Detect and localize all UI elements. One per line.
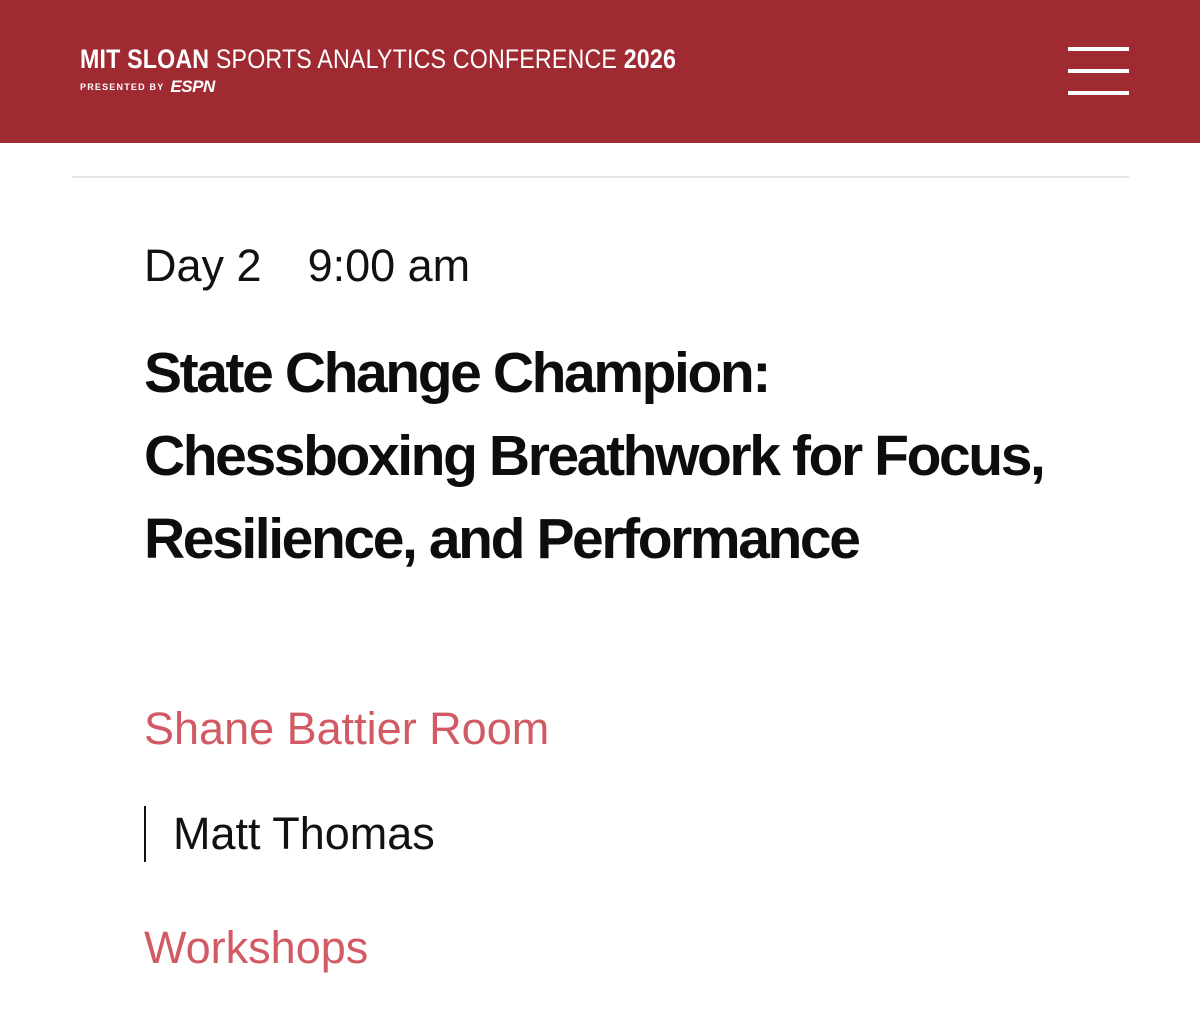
conference-logo[interactable]: MIT SLOAN SPORTS ANALYTICS CONFERENCE 20…: [80, 42, 773, 95]
session-room-link[interactable]: Shane Battier Room: [144, 703, 549, 755]
menu-line: [1068, 47, 1129, 51]
espn-logo: ESPN: [170, 77, 215, 96]
session-datetime: Day 2 9:00 am: [144, 240, 470, 292]
conference-name: MIT SLOAN SPORTS ANALYTICS CONFERENCE 20…: [80, 42, 676, 76]
section-divider: [72, 176, 1129, 178]
site-header: MIT SLOAN SPORTS ANALYTICS CONFERENCE 20…: [0, 0, 1200, 143]
session-day: Day 2: [144, 240, 262, 291]
hamburger-menu-icon[interactable]: [1068, 47, 1129, 97]
session-track-link[interactable]: Workshops: [144, 922, 368, 974]
presented-by-label: PRESENTED BY: [80, 82, 165, 92]
menu-line: [1068, 91, 1129, 95]
session-title: State Change Champion: Chessboxing Breat…: [144, 341, 1046, 571]
brand-year: 2026: [623, 44, 677, 74]
speaker-name-link[interactable]: Matt Thomas: [173, 808, 435, 860]
presented-by-line: PRESENTED BY ESPN: [80, 77, 773, 96]
brand-mit-sloan: MIT SLOAN: [80, 44, 210, 74]
brand-sports-analytics-conference: SPORTS ANALYTICS CONFERENCE: [209, 44, 624, 74]
menu-line: [1068, 69, 1129, 73]
speaker-entry: Matt Thomas: [144, 806, 435, 862]
speaker-divider: [144, 806, 146, 862]
session-time: 9:00 am: [307, 240, 471, 291]
